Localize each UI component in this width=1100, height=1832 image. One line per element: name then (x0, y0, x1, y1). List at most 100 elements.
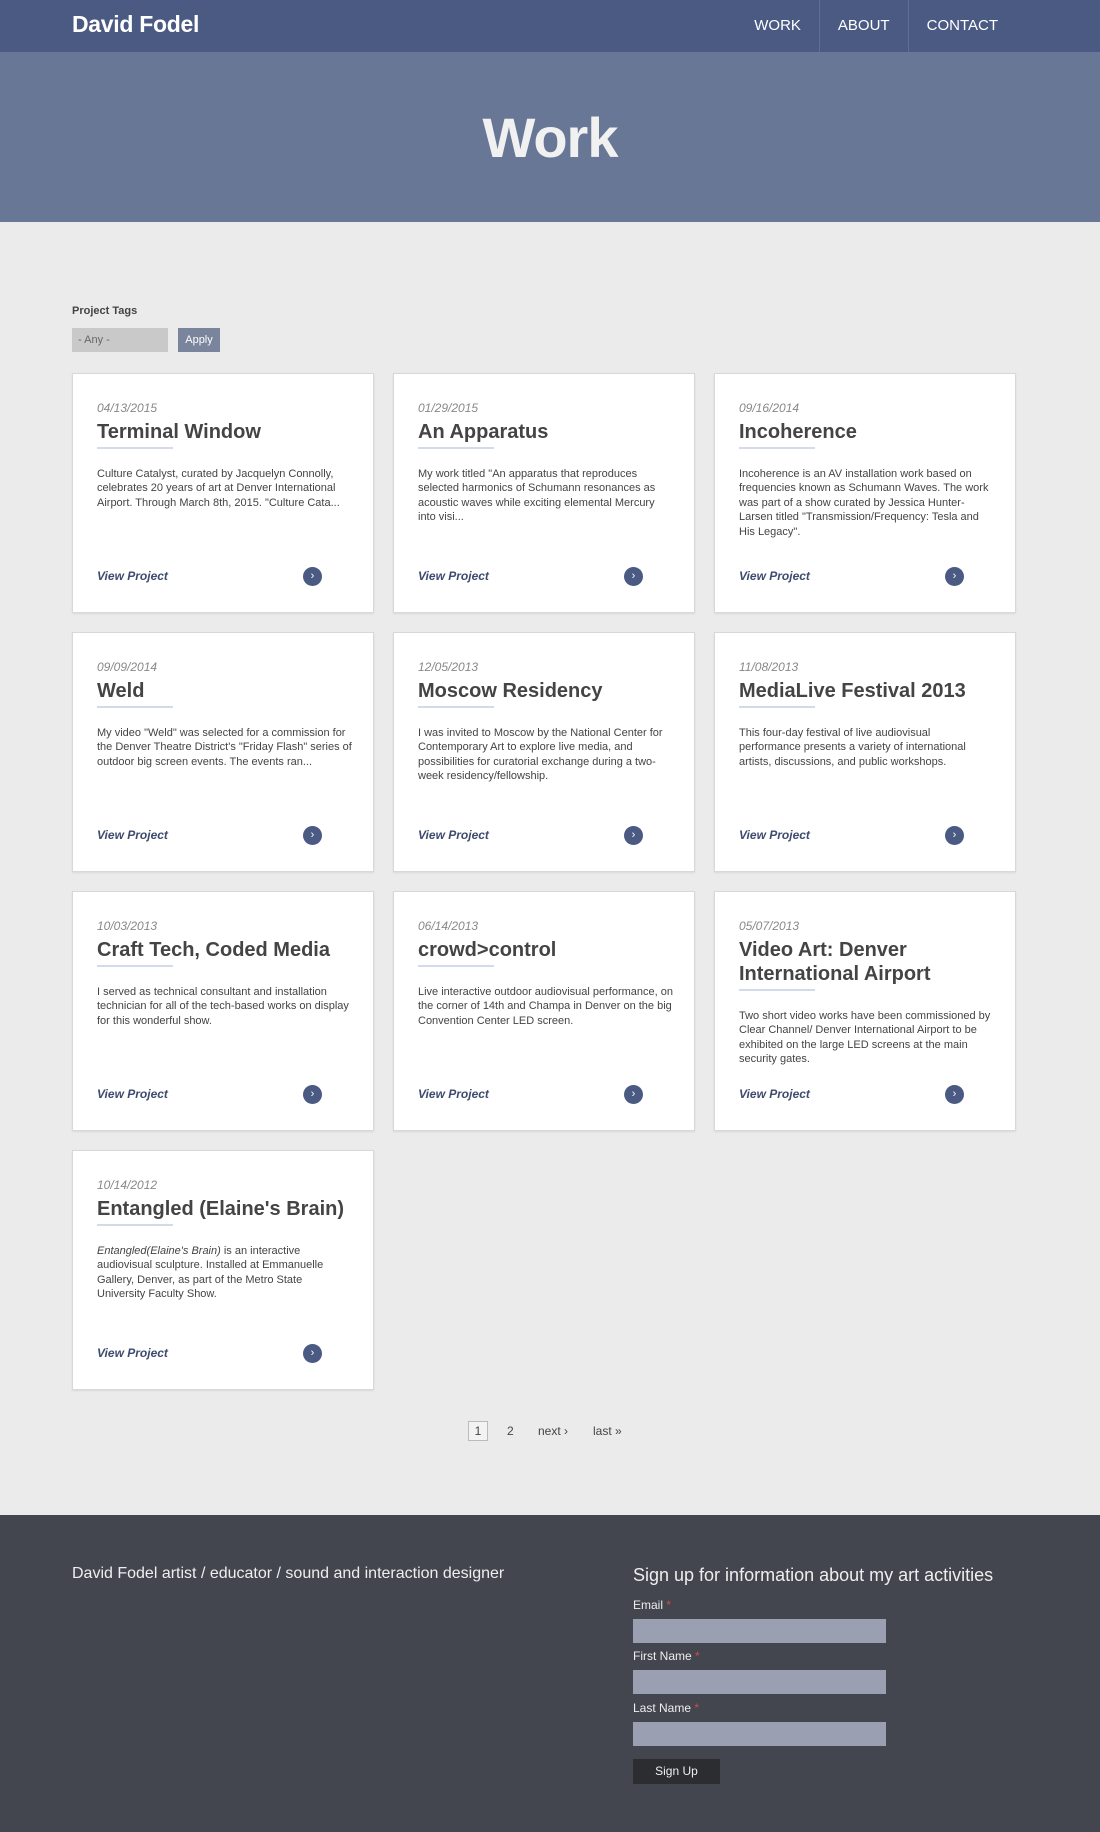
chevron-right-icon[interactable]: › (624, 826, 643, 845)
email-label-text: Email (633, 1598, 664, 1612)
title-underline (97, 447, 173, 449)
title-underline (418, 965, 494, 967)
view-project-link[interactable]: View Project (418, 1087, 489, 1101)
chevron-right-icon[interactable]: › (624, 567, 643, 586)
project-date: 09/09/2014 (97, 660, 158, 674)
pager-next[interactable]: next › (538, 1421, 568, 1441)
project-excerpt-text: I was invited to Moscow by the National … (418, 727, 663, 783)
nav-item-about[interactable]: ABOUT (818, 0, 908, 52)
chevron-right-icon[interactable]: › (303, 1344, 322, 1363)
project-title[interactable]: Incoherence (739, 420, 999, 444)
last-name-field[interactable] (633, 1722, 886, 1746)
chevron-right-icon[interactable]: › (303, 1085, 322, 1104)
project-title[interactable]: Entangled (Elaine's Brain) (97, 1197, 357, 1221)
project-date: 06/14/2013 (418, 919, 479, 933)
project-excerpt: This four-day festival of live audiovisu… (739, 726, 995, 769)
project-card[interactable]: 05/07/2013 Video Art: Denver Internationa… (714, 891, 1016, 1131)
project-excerpt: Incoherence is an AV installation work b… (739, 467, 995, 539)
email-label: Email * (633, 1598, 671, 1612)
project-card[interactable]: 04/13/2015 Terminal Window Culture Catalys… (72, 373, 374, 613)
view-project-link[interactable]: View Project (418, 828, 489, 842)
pagination: 1 2 next › last » (0, 1421, 1100, 1443)
sign-up-button[interactable]: Sign Up (633, 1759, 720, 1784)
project-date: 10/14/2012 (97, 1178, 158, 1192)
project-card[interactable]: 11/08/2013 MediaLive Festival 2013 This fo… (714, 632, 1016, 872)
chevron-right-icon[interactable]: › (945, 826, 964, 845)
project-excerpt-text: Culture Catalyst, curated by Jacquelyn C… (97, 468, 340, 509)
chevron-right-icon[interactable]: › (303, 826, 322, 845)
title-underline (739, 706, 815, 708)
project-excerpt-text: I served as technical consultant and ins… (97, 986, 349, 1027)
project-title[interactable]: MediaLive Festival 2013 (739, 679, 999, 703)
view-project-link[interactable]: View Project (739, 828, 810, 842)
project-title[interactable]: crowd>control (418, 938, 678, 962)
project-title[interactable]: Craft Tech, Coded Media (97, 938, 357, 962)
signup-title: Sign up for information about my art act… (633, 1565, 994, 1585)
page-hero: Work (0, 52, 1100, 222)
project-card[interactable]: 06/14/2013 crowd>control Live interactive … (393, 891, 695, 1131)
title-underline (739, 447, 815, 449)
project-card[interactable]: 09/16/2014 Incoherence Incoherence is an A… (714, 373, 1016, 613)
project-excerpt: Entangled(Elaine's Brain) is an interact… (97, 1244, 353, 1302)
required-mark: * (666, 1598, 672, 1612)
project-date: 12/05/2013 (418, 660, 479, 674)
title-underline (97, 1224, 173, 1226)
project-date: 04/13/2015 (97, 401, 158, 415)
project-excerpt: Culture Catalyst, curated by Jacquelyn C… (97, 467, 353, 510)
nav-item-work[interactable]: WORK (736, 0, 819, 52)
chevron-right-icon[interactable]: › (945, 1085, 964, 1104)
last-name-label-text: Last Name (633, 1701, 692, 1715)
title-underline (97, 706, 173, 708)
view-project-link[interactable]: View Project (739, 1087, 810, 1101)
last-name-label: Last Name * (633, 1701, 699, 1715)
project-date: 10/03/2013 (97, 919, 158, 933)
pager-current-page: 1 (468, 1421, 488, 1441)
chevron-right-icon[interactable]: › (303, 567, 322, 586)
first-name-field[interactable] (633, 1670, 886, 1694)
project-card[interactable]: 01/29/2015 An Apparatus My work titled "An… (393, 373, 695, 613)
first-name-label-text: First Name (633, 1649, 692, 1663)
view-project-link[interactable]: View Project (97, 1346, 168, 1360)
email-field[interactable] (633, 1619, 886, 1643)
view-project-link[interactable]: View Project (418, 569, 489, 583)
project-title[interactable]: Weld (97, 679, 357, 703)
nav-item-contact[interactable]: CONTACT (907, 0, 1100, 52)
project-title[interactable]: Moscow Residency (418, 679, 678, 703)
project-excerpt-text: My work titled "An apparatus that reprod… (418, 468, 656, 524)
project-tags-label: Project Tags (72, 305, 138, 317)
project-excerpt-text: Live interactive outdoor audiovisual per… (418, 986, 673, 1027)
apply-button[interactable]: Apply (178, 328, 220, 352)
project-excerpt: I served as technical consultant and ins… (97, 985, 353, 1028)
view-project-link[interactable]: View Project (739, 569, 810, 583)
project-excerpt: Two short video works have been commissi… (739, 1009, 995, 1067)
required-mark: * (694, 1701, 700, 1715)
main-nav: WORK ABOUT CONTACT (736, 0, 1100, 52)
view-project-link[interactable]: View Project (97, 1087, 168, 1101)
site-brand[interactable]: David Fodel (72, 11, 199, 38)
project-card[interactable]: 10/03/2013 Craft Tech, Coded Media I serve… (72, 891, 374, 1131)
project-excerpt-text: Incoherence is an AV installation work b… (739, 468, 989, 538)
site-footer: David Fodel artist / educator / sound an… (0, 1515, 1100, 1832)
chevron-right-icon[interactable]: › (945, 567, 964, 586)
chevron-right-icon[interactable]: › (624, 1085, 643, 1104)
footer-tagline: David Fodel artist / educator / sound an… (72, 1565, 505, 1582)
project-card[interactable]: 09/09/2014 Weld My video "Weld" was select… (72, 632, 374, 872)
page-title: Work (482, 106, 619, 169)
view-project-link[interactable]: View Project (97, 569, 168, 583)
project-date: 01/29/2015 (418, 401, 479, 415)
project-title[interactable]: Terminal Window (97, 420, 357, 444)
project-date: 09/16/2014 (739, 401, 800, 415)
project-card[interactable]: 10/14/2012 Entangled (Elaine's Brain) Enta… (72, 1150, 374, 1390)
pager-page-2[interactable]: 2 (507, 1421, 514, 1441)
title-underline (739, 989, 815, 991)
project-title[interactable]: An Apparatus (418, 420, 678, 444)
pager-last[interactable]: last » (593, 1421, 622, 1441)
title-underline (418, 447, 494, 449)
title-underline (418, 706, 494, 708)
view-project-link[interactable]: View Project (97, 828, 168, 842)
project-card[interactable]: 12/05/2013 Moscow Residency I was invited … (393, 632, 695, 872)
top-navbar: David Fodel WORK ABOUT CONTACT (0, 0, 1100, 52)
project-title[interactable]: Video Art: Denver International Airport (739, 938, 999, 986)
project-tags-select[interactable]: - Any - (72, 328, 168, 352)
project-excerpt: My video "Weld" was selected for a commi… (97, 726, 353, 769)
